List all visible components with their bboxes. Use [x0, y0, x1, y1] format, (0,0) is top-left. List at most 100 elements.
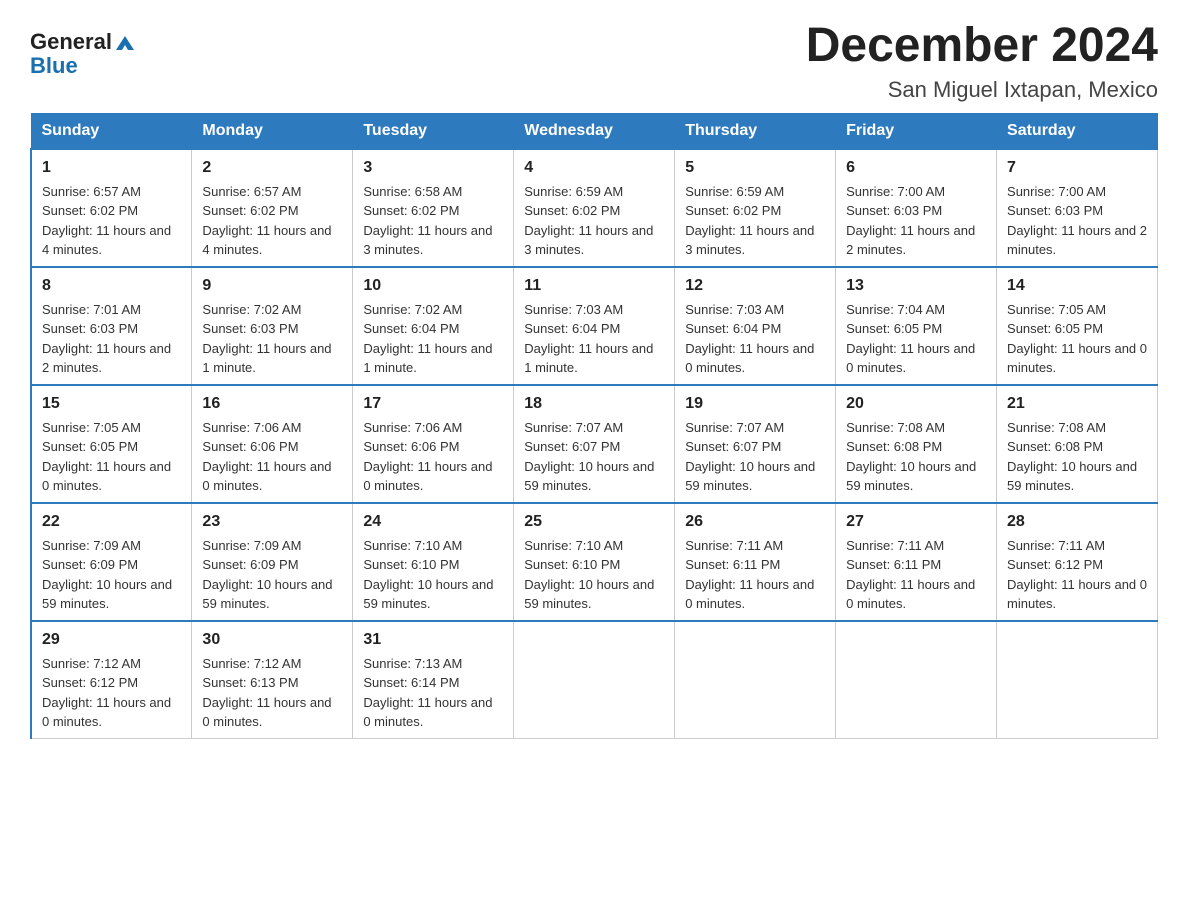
day-number: 10 [363, 274, 503, 298]
col-wednesday: Wednesday [514, 113, 675, 149]
col-monday: Monday [192, 113, 353, 149]
day-number: 24 [363, 510, 503, 534]
day-info: Sunrise: 6:57 AMSunset: 6:02 PMDaylight:… [202, 184, 331, 258]
table-row [836, 621, 997, 739]
day-info: Sunrise: 7:11 AMSunset: 6:11 PMDaylight:… [685, 538, 814, 612]
table-row: 17 Sunrise: 7:06 AMSunset: 6:06 PMDaylig… [353, 385, 514, 503]
table-row: 15 Sunrise: 7:05 AMSunset: 6:05 PMDaylig… [31, 385, 192, 503]
col-tuesday: Tuesday [353, 113, 514, 149]
day-info: Sunrise: 7:02 AMSunset: 6:04 PMDaylight:… [363, 302, 492, 376]
main-title: December 2024 [806, 20, 1158, 73]
calendar-week-row: 22 Sunrise: 7:09 AMSunset: 6:09 PMDaylig… [31, 503, 1158, 621]
calendar-week-row: 8 Sunrise: 7:01 AMSunset: 6:03 PMDayligh… [31, 267, 1158, 385]
day-number: 30 [202, 628, 342, 652]
table-row: 3 Sunrise: 6:58 AMSunset: 6:02 PMDayligh… [353, 149, 514, 267]
day-number: 15 [42, 392, 181, 416]
table-row: 1 Sunrise: 6:57 AMSunset: 6:02 PMDayligh… [31, 149, 192, 267]
day-number: 23 [202, 510, 342, 534]
col-saturday: Saturday [997, 113, 1158, 149]
table-row: 20 Sunrise: 7:08 AMSunset: 6:08 PMDaylig… [836, 385, 997, 503]
day-number: 7 [1007, 156, 1147, 180]
day-info: Sunrise: 7:04 AMSunset: 6:05 PMDaylight:… [846, 302, 975, 376]
day-info: Sunrise: 7:02 AMSunset: 6:03 PMDaylight:… [202, 302, 331, 376]
day-info: Sunrise: 7:05 AMSunset: 6:05 PMDaylight:… [42, 420, 171, 494]
day-info: Sunrise: 7:00 AMSunset: 6:03 PMDaylight:… [1007, 184, 1147, 258]
day-number: 21 [1007, 392, 1147, 416]
col-friday: Friday [836, 113, 997, 149]
table-row: 27 Sunrise: 7:11 AMSunset: 6:11 PMDaylig… [836, 503, 997, 621]
logo: General Blue [30, 30, 136, 78]
day-number: 25 [524, 510, 664, 534]
table-row: 8 Sunrise: 7:01 AMSunset: 6:03 PMDayligh… [31, 267, 192, 385]
day-number: 31 [363, 628, 503, 652]
day-number: 1 [42, 156, 181, 180]
day-info: Sunrise: 7:08 AMSunset: 6:08 PMDaylight:… [846, 420, 976, 494]
day-number: 17 [363, 392, 503, 416]
subtitle: San Miguel Ixtapan, Mexico [806, 77, 1158, 103]
day-number: 11 [524, 274, 664, 298]
day-number: 13 [846, 274, 986, 298]
day-info: Sunrise: 7:11 AMSunset: 6:12 PMDaylight:… [1007, 538, 1147, 612]
day-info: Sunrise: 7:12 AMSunset: 6:12 PMDaylight:… [42, 656, 171, 730]
day-number: 9 [202, 274, 342, 298]
day-number: 3 [363, 156, 503, 180]
day-number: 12 [685, 274, 825, 298]
table-row: 22 Sunrise: 7:09 AMSunset: 6:09 PMDaylig… [31, 503, 192, 621]
logo-general: General [30, 30, 112, 54]
calendar-week-row: 1 Sunrise: 6:57 AMSunset: 6:02 PMDayligh… [31, 149, 1158, 267]
table-row: 2 Sunrise: 6:57 AMSunset: 6:02 PMDayligh… [192, 149, 353, 267]
calendar-table: Sunday Monday Tuesday Wednesday Thursday… [30, 113, 1158, 739]
day-number: 27 [846, 510, 986, 534]
table-row: 29 Sunrise: 7:12 AMSunset: 6:12 PMDaylig… [31, 621, 192, 739]
day-number: 29 [42, 628, 181, 652]
day-info: Sunrise: 6:58 AMSunset: 6:02 PMDaylight:… [363, 184, 492, 258]
table-row: 11 Sunrise: 7:03 AMSunset: 6:04 PMDaylig… [514, 267, 675, 385]
day-info: Sunrise: 7:09 AMSunset: 6:09 PMDaylight:… [202, 538, 332, 612]
table-row: 14 Sunrise: 7:05 AMSunset: 6:05 PMDaylig… [997, 267, 1158, 385]
day-number: 14 [1007, 274, 1147, 298]
day-number: 5 [685, 156, 825, 180]
col-sunday: Sunday [31, 113, 192, 149]
day-info: Sunrise: 7:07 AMSunset: 6:07 PMDaylight:… [685, 420, 815, 494]
table-row: 23 Sunrise: 7:09 AMSunset: 6:09 PMDaylig… [192, 503, 353, 621]
day-number: 28 [1007, 510, 1147, 534]
day-info: Sunrise: 6:59 AMSunset: 6:02 PMDaylight:… [685, 184, 814, 258]
calendar-week-row: 29 Sunrise: 7:12 AMSunset: 6:12 PMDaylig… [31, 621, 1158, 739]
table-row: 30 Sunrise: 7:12 AMSunset: 6:13 PMDaylig… [192, 621, 353, 739]
table-row [675, 621, 836, 739]
table-row: 7 Sunrise: 7:00 AMSunset: 6:03 PMDayligh… [997, 149, 1158, 267]
day-info: Sunrise: 7:09 AMSunset: 6:09 PMDaylight:… [42, 538, 172, 612]
table-row [997, 621, 1158, 739]
table-row: 9 Sunrise: 7:02 AMSunset: 6:03 PMDayligh… [192, 267, 353, 385]
day-number: 4 [524, 156, 664, 180]
title-block: December 2024 San Miguel Ixtapan, Mexico [806, 20, 1158, 103]
day-number: 22 [42, 510, 181, 534]
day-number: 20 [846, 392, 986, 416]
table-row [514, 621, 675, 739]
table-row: 31 Sunrise: 7:13 AMSunset: 6:14 PMDaylig… [353, 621, 514, 739]
logo-blue: Blue [30, 53, 78, 78]
calendar-body: 1 Sunrise: 6:57 AMSunset: 6:02 PMDayligh… [31, 149, 1158, 739]
table-row: 6 Sunrise: 7:00 AMSunset: 6:03 PMDayligh… [836, 149, 997, 267]
day-info: Sunrise: 6:59 AMSunset: 6:02 PMDaylight:… [524, 184, 653, 258]
table-row: 24 Sunrise: 7:10 AMSunset: 6:10 PMDaylig… [353, 503, 514, 621]
table-row: 19 Sunrise: 7:07 AMSunset: 6:07 PMDaylig… [675, 385, 836, 503]
table-row: 21 Sunrise: 7:08 AMSunset: 6:08 PMDaylig… [997, 385, 1158, 503]
day-info: Sunrise: 7:00 AMSunset: 6:03 PMDaylight:… [846, 184, 975, 258]
day-info: Sunrise: 7:07 AMSunset: 6:07 PMDaylight:… [524, 420, 654, 494]
day-number: 19 [685, 392, 825, 416]
table-row: 13 Sunrise: 7:04 AMSunset: 6:05 PMDaylig… [836, 267, 997, 385]
day-info: Sunrise: 7:08 AMSunset: 6:08 PMDaylight:… [1007, 420, 1137, 494]
day-number: 18 [524, 392, 664, 416]
day-info: Sunrise: 7:10 AMSunset: 6:10 PMDaylight:… [524, 538, 654, 612]
day-info: Sunrise: 7:01 AMSunset: 6:03 PMDaylight:… [42, 302, 171, 376]
header-row: Sunday Monday Tuesday Wednesday Thursday… [31, 113, 1158, 149]
day-info: Sunrise: 7:11 AMSunset: 6:11 PMDaylight:… [846, 538, 975, 612]
table-row: 5 Sunrise: 6:59 AMSunset: 6:02 PMDayligh… [675, 149, 836, 267]
table-row: 25 Sunrise: 7:10 AMSunset: 6:10 PMDaylig… [514, 503, 675, 621]
page-header: General Blue December 2024 San Miguel Ix… [30, 20, 1158, 103]
table-row: 4 Sunrise: 6:59 AMSunset: 6:02 PMDayligh… [514, 149, 675, 267]
day-info: Sunrise: 7:12 AMSunset: 6:13 PMDaylight:… [202, 656, 331, 730]
day-info: Sunrise: 7:03 AMSunset: 6:04 PMDaylight:… [685, 302, 814, 376]
day-info: Sunrise: 7:06 AMSunset: 6:06 PMDaylight:… [363, 420, 492, 494]
